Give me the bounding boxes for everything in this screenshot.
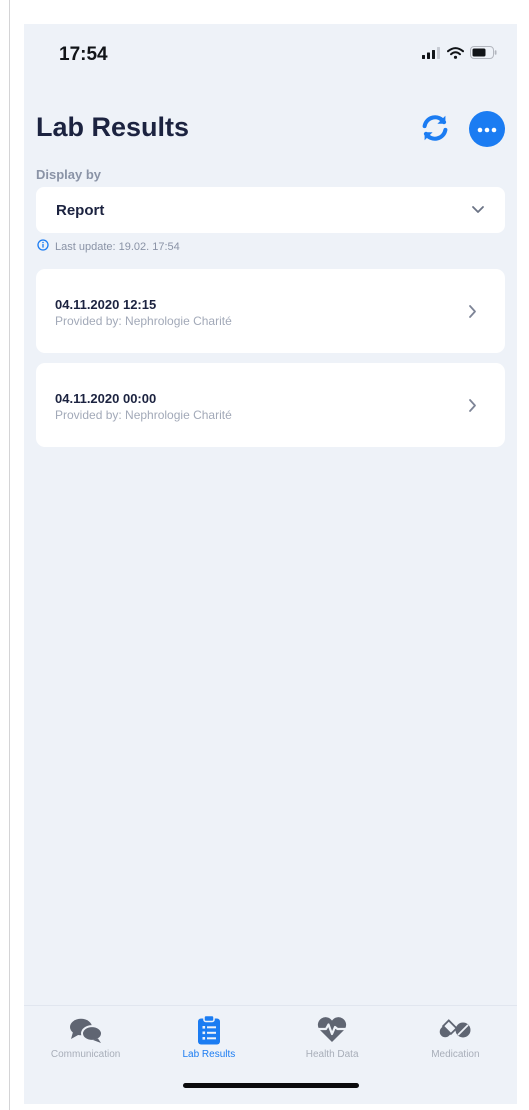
chevron-right-icon <box>468 304 477 324</box>
cellular-signal-icon <box>422 46 441 64</box>
display-by-label: Display by <box>36 167 102 182</box>
last-update-info: Last update: 19.02. 17:54 <box>37 239 180 254</box>
battery-icon <box>470 46 497 64</box>
tab-label: Communication <box>50 1049 121 1060</box>
refresh-button[interactable] <box>417 112 453 148</box>
report-card[interactable]: 04.11.2020 00:00 Provided by: Nephrologi… <box>36 363 505 447</box>
page-title: Lab Results <box>36 112 190 142</box>
report-provider: Provided by: Nephrologie Charité <box>55 314 232 328</box>
chevron-right-icon <box>468 398 477 418</box>
chevron-down-icon <box>471 201 485 219</box>
home-indicator <box>182 1083 359 1088</box>
status-time: 17:54 <box>59 44 108 65</box>
refresh-icon <box>419 112 451 149</box>
report-date: 04.11.2020 00:00 <box>55 391 157 406</box>
wifi-icon <box>447 46 464 64</box>
heartbeat-icon <box>316 1016 348 1044</box>
status-icons <box>422 46 497 64</box>
tab-list: Communication Lab Results Health Data Me… <box>24 1006 517 1068</box>
header: Lab Results <box>36 106 505 156</box>
pills-icon <box>437 1016 473 1044</box>
tab-medication[interactable]: Medication <box>394 1016 517 1068</box>
clipboard-list-icon <box>197 1015 221 1045</box>
last-update-text: Last update: 19.02. 17:54 <box>55 240 180 253</box>
tab-communication[interactable]: Communication <box>24 1016 147 1068</box>
tab-label: Medication <box>431 1049 480 1060</box>
chat-bubbles-icon <box>68 1016 104 1044</box>
more-options-icon <box>477 120 497 138</box>
report-provider: Provided by: Nephrologie Charité <box>55 408 232 422</box>
phone-screen: 17:54 Lab Results Display by Report Last… <box>24 24 517 1104</box>
display-by-select[interactable]: Report <box>36 187 505 233</box>
report-list: 04.11.2020 12:15 Provided by: Nephrologi… <box>36 269 505 457</box>
display-by-value: Report <box>56 201 105 219</box>
info-icon <box>37 239 49 254</box>
tab-label: Lab Results <box>182 1049 236 1060</box>
tab-bar: Communication Lab Results Health Data Me… <box>24 1005 517 1104</box>
more-options-button[interactable] <box>469 111 505 147</box>
tab-lab-results[interactable]: Lab Results <box>147 1015 270 1068</box>
report-date: 04.11.2020 12:15 <box>55 297 157 312</box>
tab-health-data[interactable]: Health Data <box>271 1016 394 1068</box>
report-card[interactable]: 04.11.2020 12:15 Provided by: Nephrologi… <box>36 269 505 353</box>
status-bar: 17:54 <box>24 24 517 84</box>
window-edge-divider <box>9 0 10 1110</box>
tab-label: Health Data <box>305 1049 359 1060</box>
